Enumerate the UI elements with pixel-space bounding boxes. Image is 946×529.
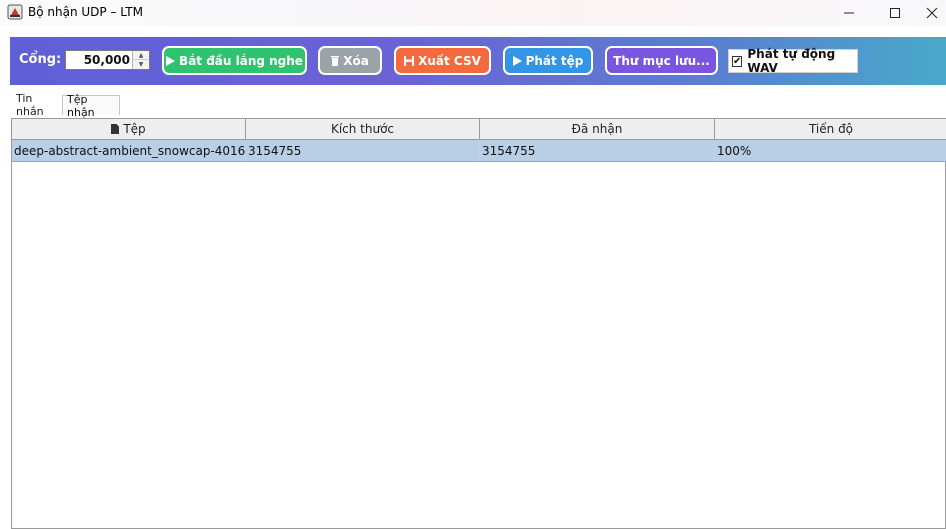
column-header-file[interactable]: Tệp (12, 119, 246, 139)
tab-messages[interactable]: Tin nhắn (12, 92, 62, 118)
column-header-size[interactable]: Kích thước (246, 119, 480, 139)
auto-play-wav-label: Phát tự động WAV (747, 47, 836, 75)
start-listening-label: Bắt đầu lắng nghe (179, 53, 303, 68)
spinner-down-button[interactable]: ▼ (133, 60, 149, 69)
column-header-progress[interactable]: Tiến độ (715, 119, 946, 139)
play-icon (512, 55, 522, 66)
cell-size: 3154755 (246, 140, 480, 161)
port-value[interactable]: 50,000 (84, 53, 130, 67)
save-icon (404, 55, 415, 66)
column-header-received[interactable]: Đã nhận (480, 119, 715, 139)
table-header: Tệp Kích thước Đã nhận Tiến độ (12, 119, 946, 140)
file-icon (111, 124, 120, 134)
spinner-buttons: ▲ ▼ (132, 51, 149, 69)
close-button[interactable] (918, 0, 946, 26)
toolbar: Cổng: 50,000 ▲ ▼ Bắt đầu lắng nghe Xóa X… (10, 37, 946, 85)
start-listening-button[interactable]: Bắt đầu lắng nghe (162, 46, 307, 75)
save-folder-button[interactable]: Thư mục lưu... (605, 46, 718, 75)
minimize-icon (844, 12, 854, 14)
title-bar: Bộ nhận UDP – LTM (0, 0, 946, 26)
trash-icon (331, 55, 340, 66)
port-spinner[interactable]: 50,000 ▲ ▼ (65, 50, 150, 70)
checkbox-checked-icon[interactable]: ✔ (732, 55, 743, 67)
close-icon (926, 7, 938, 19)
play-file-label: Phát tệp (525, 53, 584, 68)
cell-file-name: deep-abstract-ambient_snowcap-40165... (12, 140, 246, 161)
clear-button[interactable]: Xóa (318, 46, 382, 75)
minimize-button[interactable] (826, 0, 872, 26)
spinner-up-button[interactable]: ▲ (133, 51, 149, 60)
column-header-file-label: Tệp (123, 122, 146, 136)
java-app-icon (7, 4, 23, 20)
clear-label: Xóa (343, 53, 369, 68)
window-title: Bộ nhận UDP – LTM (28, 5, 143, 19)
save-folder-label: Thư mục lưu... (613, 53, 710, 68)
table-row[interactable]: deep-abstract-ambient_snowcap-40165... 3… (12, 140, 946, 162)
maximize-button[interactable] (872, 0, 918, 26)
cell-received: 3154755 (480, 140, 715, 161)
export-csv-button[interactable]: Xuất CSV (394, 46, 491, 75)
play-file-button[interactable]: Phát tệp (503, 46, 593, 75)
cell-progress: 100% (717, 143, 752, 158)
tab-received-files[interactable]: Tệp nhận (62, 93, 120, 119)
maximize-icon (890, 8, 900, 18)
export-csv-label: Xuất CSV (418, 53, 481, 68)
port-label: Cổng: (19, 52, 62, 67)
received-files-table: Tệp Kích thước Đã nhận Tiến độ deep-abst… (11, 118, 946, 529)
auto-play-wav-checkbox[interactable]: ✔ Phát tự động WAV (728, 47, 858, 75)
play-icon (166, 55, 176, 66)
